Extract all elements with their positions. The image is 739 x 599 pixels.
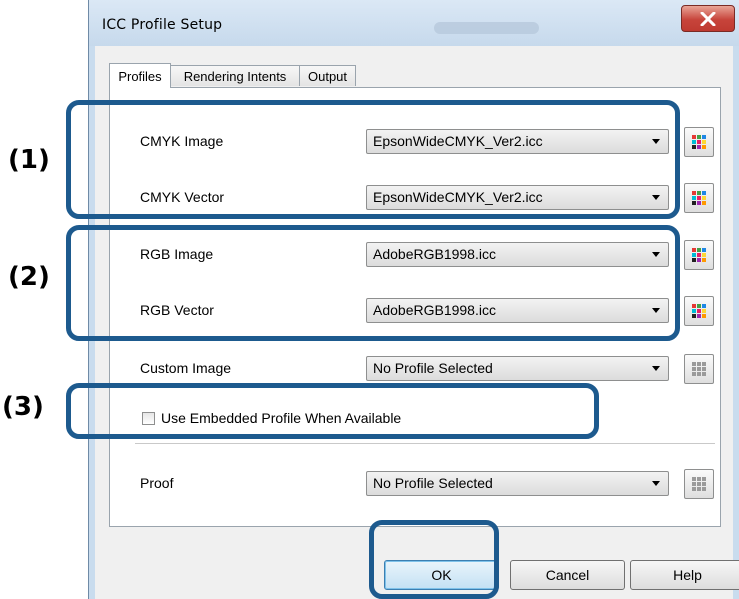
cmyk-vector-profile-button[interactable]	[684, 183, 714, 213]
color-grid-icon	[692, 248, 706, 262]
custom-image-label: Custom Image	[140, 360, 232, 376]
separator	[135, 443, 715, 445]
gray-grid-icon	[692, 477, 706, 491]
rgb-image-profile-button[interactable]	[684, 240, 714, 270]
close-icon	[700, 11, 716, 26]
title-bar: ICC Profile Setup	[89, 0, 739, 46]
tab-output[interactable]: Output	[299, 65, 356, 86]
chevron-down-icon	[652, 481, 660, 486]
callout-label-1: (1)	[8, 145, 50, 175]
rgb-vector-profile-button[interactable]	[684, 296, 714, 326]
callout-box-3	[66, 383, 599, 439]
callout-label-2: (2)	[8, 262, 50, 292]
blurred-title-text	[434, 22, 539, 34]
gray-grid-icon	[692, 362, 706, 376]
cancel-button[interactable]: Cancel	[510, 560, 625, 590]
window-title: ICC Profile Setup	[102, 17, 223, 33]
proof-label: Proof	[140, 475, 174, 491]
proof-value: No Profile Selected	[373, 475, 493, 491]
color-grid-icon	[692, 191, 706, 205]
close-button[interactable]	[681, 5, 735, 32]
custom-image-value: No Profile Selected	[373, 360, 493, 376]
callout-box-2	[66, 225, 680, 341]
color-grid-icon	[692, 135, 706, 149]
custom-image-profile-button[interactable]	[684, 354, 714, 384]
cmyk-image-profile-button[interactable]	[684, 127, 714, 157]
custom-image-select[interactable]: No Profile Selected	[366, 356, 669, 381]
tab-rendering-intents[interactable]: Rendering Intents	[170, 65, 300, 86]
proof-profile-button[interactable]	[684, 469, 714, 499]
color-grid-icon	[692, 304, 706, 318]
callout-box-1	[66, 100, 680, 219]
callout-box-ok	[369, 520, 499, 599]
chevron-down-icon	[652, 366, 660, 371]
tab-profiles[interactable]: Profiles	[109, 63, 171, 88]
help-button[interactable]: Help	[630, 560, 739, 590]
proof-select[interactable]: No Profile Selected	[366, 471, 669, 496]
callout-label-3: (3)	[2, 392, 44, 422]
